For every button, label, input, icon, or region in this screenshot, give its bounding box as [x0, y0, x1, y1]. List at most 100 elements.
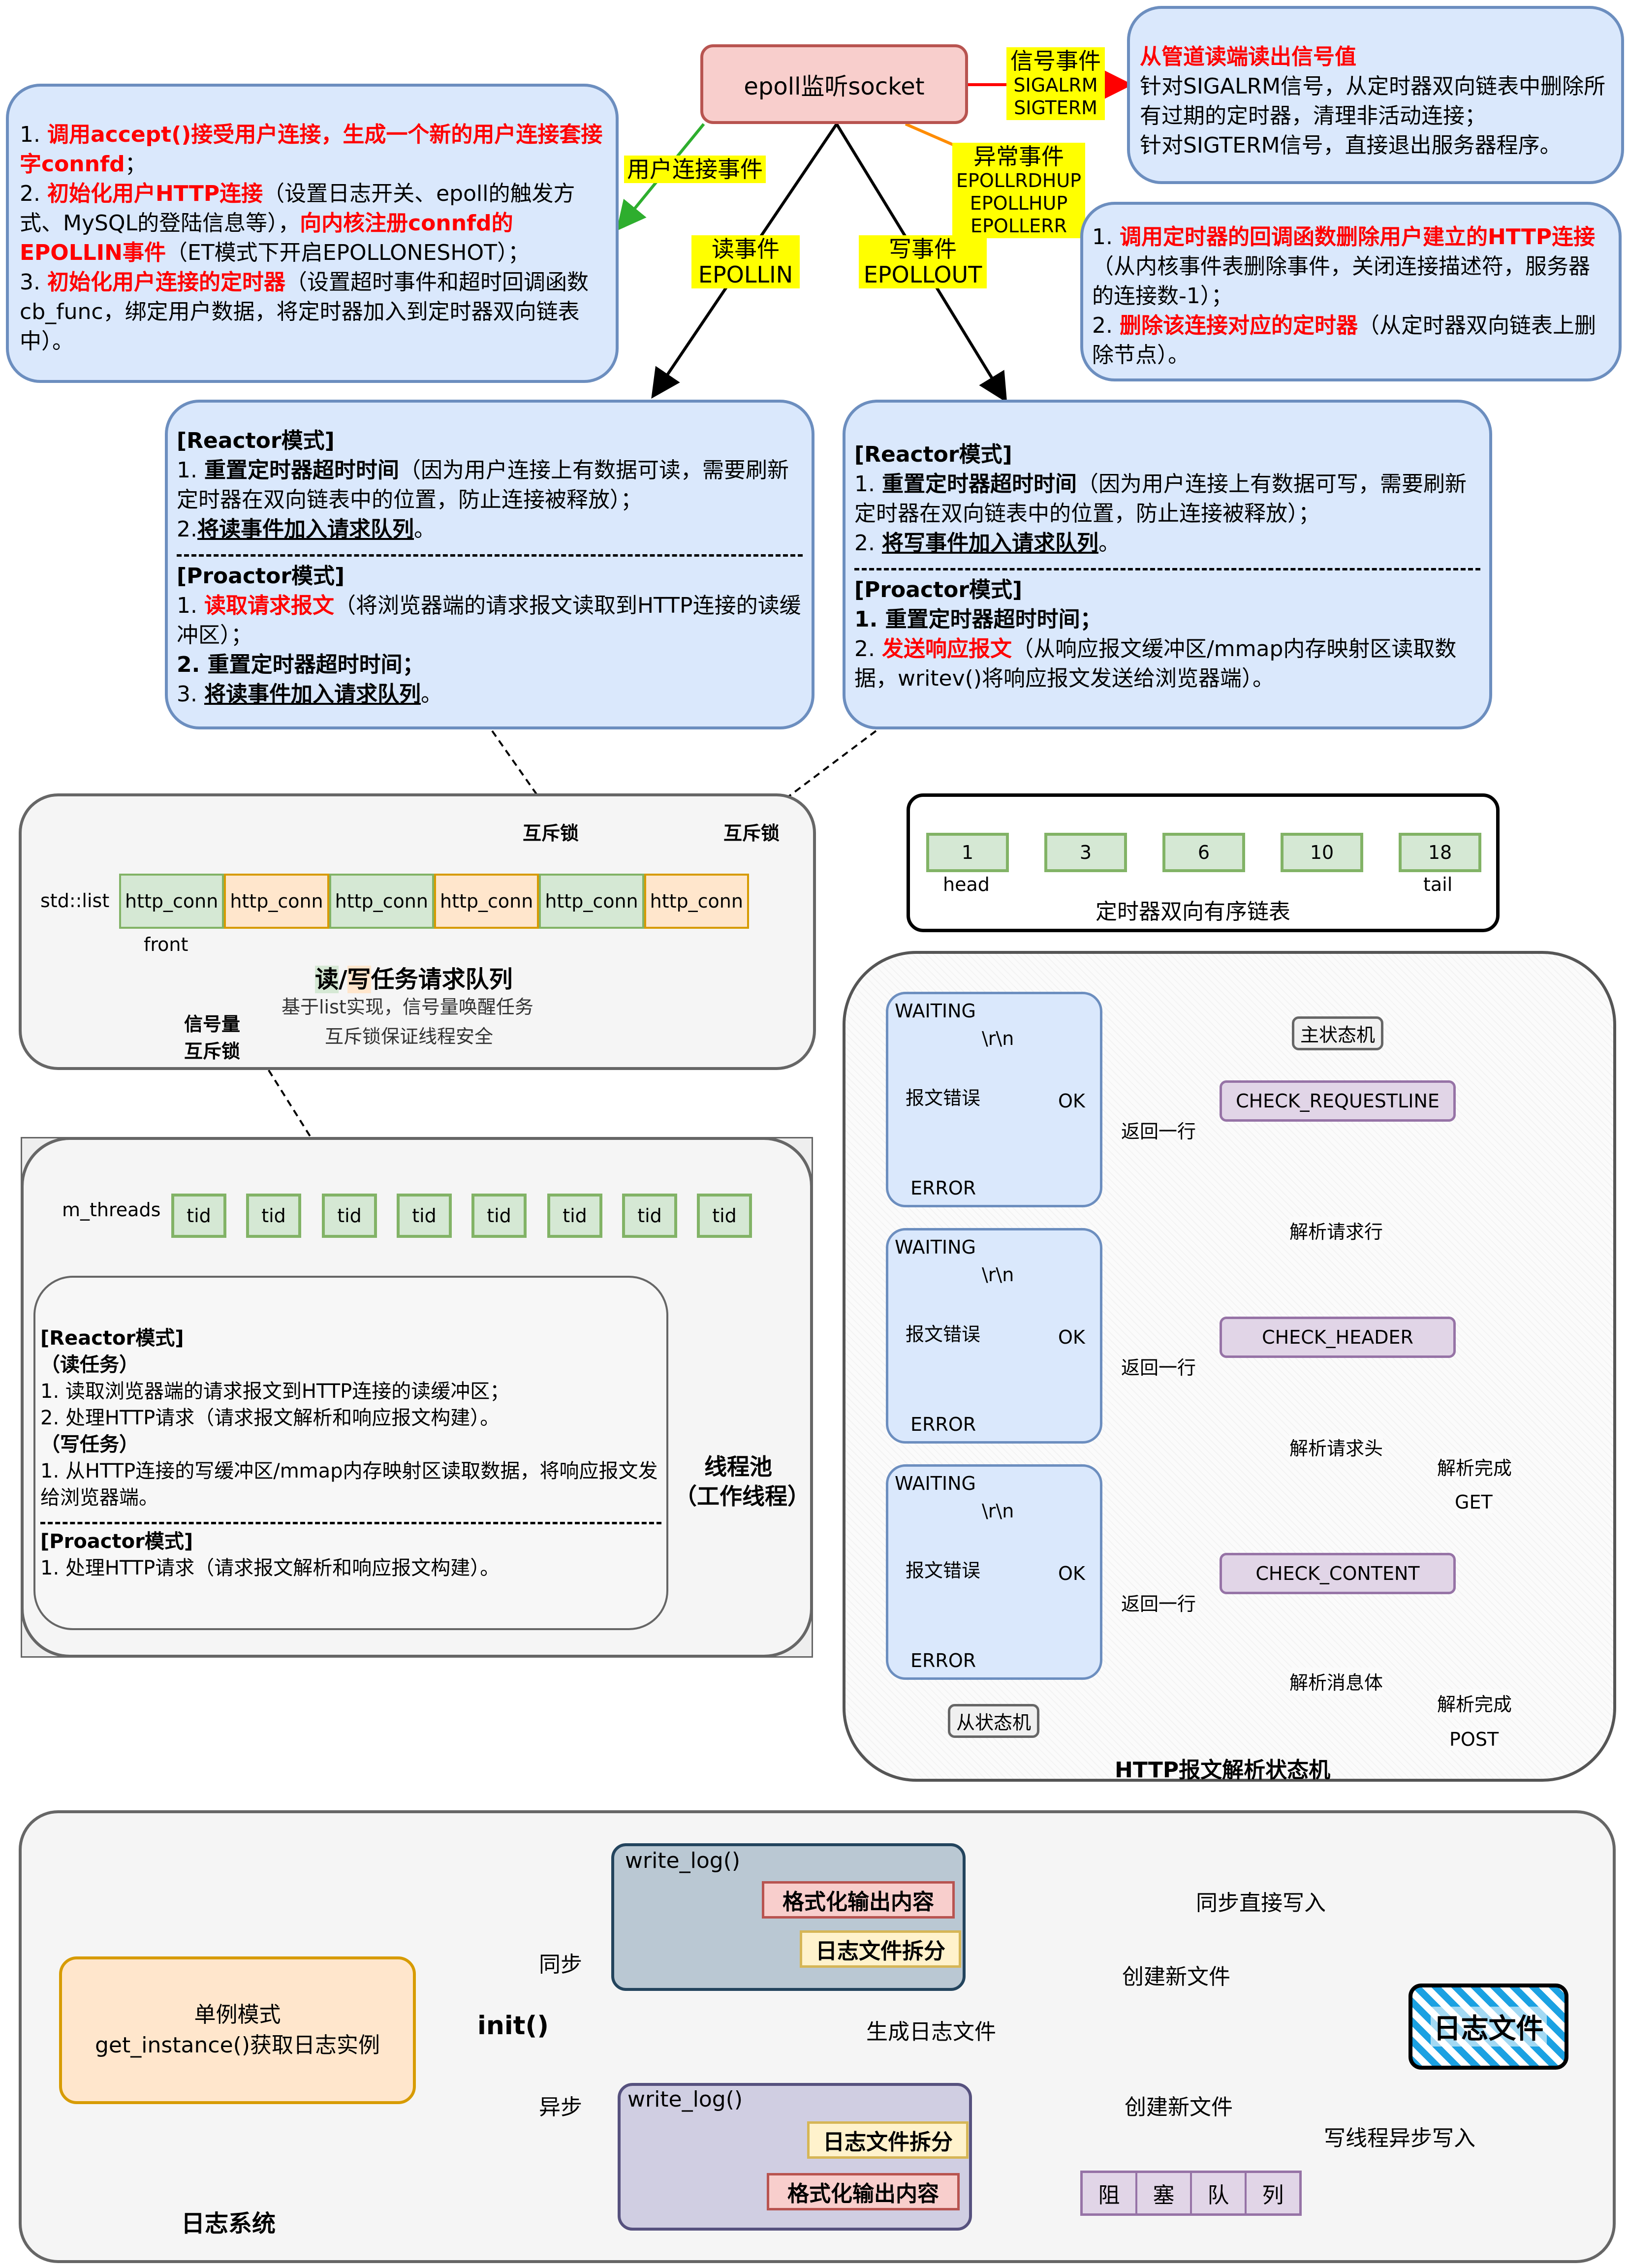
parse-done-label: 解析完成 — [1437, 1689, 1512, 1716]
split-file-box: 日志文件拆分 — [807, 2121, 969, 2159]
timer-list-caption: 定时器双向有序链表 — [1096, 899, 1290, 924]
signal-handling-box: 从管道读端读出信号值 针对SIGALRM信号，从定时器双向链表中删除所有过期的定… — [1127, 6, 1624, 184]
queue-char: 队 — [1192, 2173, 1247, 2213]
queue-char: 阻 — [1083, 2173, 1137, 2213]
sync-label: 同步 — [539, 1952, 582, 1977]
log-file-label: 日志文件 — [1430, 2007, 1547, 2047]
epoll-title: epoll监听socket — [744, 73, 925, 100]
split-file-box: 日志文件拆分 — [800, 1930, 961, 1968]
sub-fsm-tag: 从状态机 — [948, 1704, 1040, 1738]
state-check-content: CHECK_CONTENT — [1220, 1553, 1456, 1594]
singleton-box: 单例模式 get_instance()获取日志实例 — [59, 1956, 416, 2104]
ok-state: OK — [1058, 1090, 1085, 1112]
thread-tid: tid — [171, 1194, 226, 1238]
mode-divider — [177, 554, 803, 557]
queue-cell-read: http_conn — [119, 874, 224, 929]
post-label: POST — [1449, 1729, 1499, 1750]
rn-label: \r\n — [982, 1264, 1014, 1286]
thread-tid: tid — [322, 1194, 377, 1238]
main-fsm-tag: 主状态机 — [1292, 1016, 1384, 1050]
thread-tid: tid — [246, 1194, 301, 1238]
async-write-edge-label: 写线程异步写入 — [1324, 2120, 1475, 2152]
std-list-label: std::list — [40, 890, 110, 912]
mutex-label-2: 互斥锁 — [723, 822, 780, 844]
m-threads-label: m_threads — [62, 1199, 161, 1221]
mutex-label-1: 互斥锁 — [523, 822, 579, 844]
threadpool-name: 线程池 （工作线程） — [674, 1453, 810, 1510]
epoll-node: epoll监听socket — [700, 44, 968, 124]
timer-node: 6 — [1162, 833, 1245, 872]
parse-done-label: 解析完成 — [1437, 1453, 1512, 1480]
blocking-queue: 阻 塞 队 列 — [1080, 2171, 1302, 2216]
create-new-edge-label: 创建新文件 — [1122, 1959, 1230, 1990]
front-label: front — [144, 934, 188, 955]
format-output-box: 格式化输出内容 — [767, 2173, 960, 2210]
async-write-log-label: write_log() — [627, 2087, 743, 2112]
timer-node: 18 — [1399, 833, 1481, 872]
signal-box-line1: 针对SIGALRM信号，从定时器双向链表中删除所有过期的定时器，清理非活动连接； — [1140, 74, 1606, 128]
init-label: init() — [477, 2011, 549, 2041]
exception-event-label: 异常事件 EPOLLRDHUP EPOLLHUP EPOLLERR — [952, 143, 1085, 238]
signal-box-line2: 针对SIGTERM信号，直接退出服务器程序。 — [1140, 133, 1562, 158]
queue-char: 列 — [1262, 2183, 1284, 2208]
write-event-box: [Reactor模式] 1. 重置定时器超时时间（因为用户连接上有数据可写，需要… — [843, 400, 1492, 729]
mode-divider — [854, 568, 1480, 570]
waiting-state: WAITING — [895, 1236, 976, 1258]
return-line-label: 返回一行 — [1121, 1357, 1196, 1379]
queue-cell-write: http_conn — [224, 874, 329, 929]
write-event-label: 写事件 EPOLLOUT — [859, 235, 987, 288]
queue-desc-1: 基于list实现，信号量唤醒任务 — [282, 996, 533, 1018]
timer-tail-label: tail — [1423, 874, 1453, 895]
timer-node: 10 — [1281, 833, 1363, 872]
timer-node: 1 — [926, 833, 1009, 872]
queue-cell-read: http_conn — [329, 874, 434, 929]
fsm-title: HTTP报文解析状态机 — [1115, 1758, 1331, 1783]
error-state: ERROR — [910, 1414, 976, 1435]
thread-tid: tid — [622, 1194, 677, 1238]
error-state: ERROR — [910, 1177, 976, 1199]
sync-write-log-label: write_log() — [625, 1848, 741, 1873]
error-msg-label: 报文错误 — [906, 1560, 981, 1581]
queue-cell-write: http_conn — [644, 874, 749, 929]
parse-body-label: 解析消息体 — [1289, 1668, 1383, 1695]
exception-handling-box: 1. 调用定时器的回调函数删除用户建立的HTTP连接（从内核事件表删除事件，关闭… — [1080, 202, 1622, 381]
semaphore-label: 信号量 互斥锁 — [184, 1013, 241, 1062]
parse-header-label: 解析请求头 — [1289, 1433, 1383, 1460]
create-new-edge-label: 创建新文件 — [1125, 2089, 1233, 2121]
ok-state: OK — [1058, 1563, 1085, 1584]
ok-state: OK — [1058, 1326, 1085, 1348]
thread-tid: tid — [471, 1194, 527, 1238]
get-label: GET — [1455, 1491, 1493, 1513]
state-check-requestline: CHECK_REQUESTLINE — [1220, 1080, 1456, 1122]
queue-cell-read: http_conn — [539, 874, 644, 929]
timer-head-label: head — [943, 874, 990, 895]
queue-cell-write: http_conn — [434, 874, 539, 929]
thread-tid: tid — [547, 1194, 602, 1238]
user-conn-event-label: 用户连接事件 — [624, 156, 766, 183]
state-check-header: CHECK_HEADER — [1220, 1317, 1456, 1358]
http-conn-list: http_conn http_conn http_conn http_conn … — [119, 874, 749, 929]
rn-label: \r\n — [982, 1500, 1014, 1522]
signal-box-title: 从管道读端读出信号值 — [1140, 44, 1356, 69]
queue-char: 塞 — [1137, 2173, 1192, 2213]
sync-write-edge-label: 同步直接写入 — [1196, 1885, 1326, 1917]
thread-tid: tid — [397, 1194, 452, 1238]
signal-event-label: 信号事件 SIGALRM SIGTERM — [1006, 47, 1105, 120]
log-system-title: 日志系统 — [181, 2210, 276, 2237]
read-event-box: [Reactor模式] 1. 重置定时器超时时间（因为用户连接上有数据可读，需要… — [165, 400, 814, 729]
worker-task-box: [Reactor模式] （读任务） 1. 读取浏览器端的请求报文到HTTP连接的… — [33, 1276, 668, 1630]
queue-desc-2: 互斥锁保证线程安全 — [325, 1026, 494, 1047]
error-msg-label: 报文错误 — [906, 1087, 981, 1109]
return-line-label: 返回一行 — [1121, 1593, 1196, 1615]
parse-reqline-label: 解析请求行 — [1289, 1217, 1383, 1244]
thread-tid: tid — [697, 1194, 752, 1238]
log-file-box: 日志文件 — [1409, 1984, 1568, 2070]
format-output-box: 格式化输出内容 — [762, 1881, 955, 1919]
read-event-label: 读事件 EPOLLIN — [691, 235, 800, 288]
error-state: ERROR — [910, 1650, 976, 1671]
waiting-state: WAITING — [895, 1473, 976, 1494]
rn-label: \r\n — [982, 1028, 1014, 1049]
gen-file-edge-label: 生成日志文件 — [861, 2014, 1001, 2046]
timer-node: 3 — [1044, 833, 1127, 872]
error-msg-label: 报文错误 — [906, 1323, 981, 1345]
